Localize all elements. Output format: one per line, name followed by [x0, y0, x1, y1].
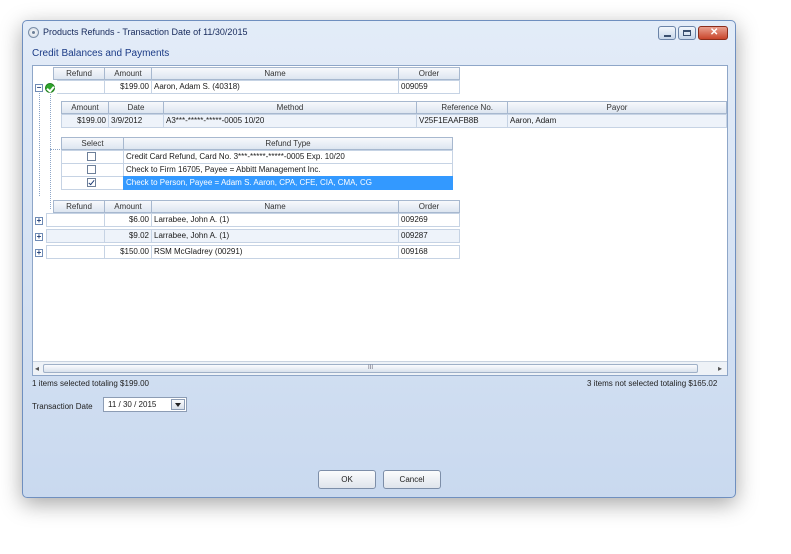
top-row-amount: $199.00	[104, 80, 152, 94]
row-order: 009168	[398, 245, 460, 259]
transaction-date-value[interactable]: 11 / 30 / 2015	[108, 400, 156, 409]
refund-type-checkbox[interactable]	[87, 165, 96, 174]
row-amount: $9.02	[104, 229, 152, 243]
row-refund-cell[interactable]	[46, 245, 105, 259]
payment-date: 3/9/2012	[108, 114, 164, 128]
expand-row-icon[interactable]: +	[35, 217, 43, 225]
payment-col-date[interactable]: Date	[108, 101, 164, 114]
horizontal-scrollbar[interactable]: ◂ III ▸	[33, 361, 727, 375]
close-button[interactable]: ✕	[698, 26, 728, 40]
payment-reference: V25F1EAAFB8B	[416, 114, 508, 128]
maximize-button[interactable]	[678, 26, 696, 40]
refund-type-label[interactable]: Check to Firm 16705, Payee = Abbitt Mana…	[123, 163, 453, 177]
col-header-name[interactable]: Name	[151, 67, 399, 80]
scrollbar-thumb[interactable]: III	[43, 364, 698, 373]
tree-line	[50, 149, 60, 150]
row-refund-cell[interactable]	[46, 229, 105, 243]
minimize-button[interactable]	[658, 26, 676, 40]
row-name: RSM McGladrey (00291)	[151, 245, 399, 259]
col-header-amount[interactable]: Amount	[104, 67, 152, 80]
top-row-name: Aaron, Adam S. (40318)	[151, 80, 399, 94]
row-amount: $6.00	[104, 213, 152, 227]
section-title: Credit Balances and Payments	[32, 48, 170, 59]
payment-col-method[interactable]: Method	[163, 101, 417, 114]
payment-col-reference[interactable]: Reference No.	[416, 101, 508, 114]
app-icon	[28, 27, 39, 38]
top-row-refund-cell	[57, 80, 105, 94]
payment-col-amount[interactable]: Amount	[61, 101, 109, 114]
refund-type-checkbox-checked[interactable]	[87, 178, 96, 187]
refunds-window: Products Refunds - Transaction Date of 1…	[22, 20, 736, 498]
ok-button[interactable]: OK	[318, 470, 376, 489]
refund-type-col-type[interactable]: Refund Type	[123, 137, 453, 150]
row-name: Larrabee, John A. (1)	[151, 229, 399, 243]
col-header-refund[interactable]: Refund	[53, 67, 105, 80]
expand-row-icon[interactable]: +	[35, 249, 43, 257]
refund-type-label-selected[interactable]: Check to Person, Payee = Adam S. Aaron, …	[123, 176, 453, 190]
payment-payor: Aaron, Adam	[507, 114, 727, 128]
col-header-name[interactable]: Name	[151, 200, 399, 213]
refund-type-label[interactable]: Credit Card Refund, Card No. 3***-*****-…	[123, 150, 453, 164]
col-header-order[interactable]: Order	[398, 67, 460, 80]
cancel-button[interactable]: Cancel	[383, 470, 441, 489]
minimize-icon	[664, 35, 671, 37]
not-selected-total-status: 3 items not selected totaling $165.02	[587, 379, 718, 388]
row-amount: $150.00	[104, 245, 152, 259]
col-header-refund[interactable]: Refund	[53, 200, 105, 213]
scroll-left-arrow-icon[interactable]: ◂	[35, 364, 39, 373]
scroll-right-arrow-icon[interactable]: ▸	[718, 364, 722, 373]
refunds-grid[interactable]: Refund Amount Name Order − $199.00 Aaron…	[32, 65, 728, 376]
title-bar: Products Refunds - Transaction Date of 1…	[23, 21, 735, 45]
transaction-date-picker[interactable]: 11 / 30 / 2015	[103, 397, 187, 412]
col-header-order[interactable]: Order	[398, 200, 460, 213]
payment-col-payor[interactable]: Payor	[507, 101, 727, 114]
selected-total-status: 1 items selected totaling $199.00	[32, 379, 149, 388]
row-name: Larrabee, John A. (1)	[151, 213, 399, 227]
refund-type-col-select[interactable]: Select	[61, 137, 124, 150]
tree-line	[50, 94, 51, 209]
maximize-icon	[683, 30, 691, 36]
transaction-date-label: Transaction Date	[32, 402, 93, 411]
close-icon: ✕	[710, 27, 719, 38]
row-refund-cell[interactable]	[46, 213, 105, 227]
expand-row-icon[interactable]: +	[35, 233, 43, 241]
row-order: 009269	[398, 213, 460, 227]
tree-line	[39, 93, 40, 196]
top-row-order: 009059	[398, 80, 460, 94]
refund-type-checkbox[interactable]	[87, 152, 96, 161]
dropdown-arrow-icon[interactable]	[171, 399, 185, 410]
collapse-row-icon[interactable]: −	[35, 84, 43, 92]
row-order: 009287	[398, 229, 460, 243]
payment-amount: $199.00	[61, 114, 109, 128]
window-title: Products Refunds - Transaction Date of 1…	[43, 27, 248, 37]
check-circle-icon	[45, 83, 55, 93]
payment-method: A3***-*****-*****-0005 10/20	[163, 114, 417, 128]
col-header-amount[interactable]: Amount	[104, 200, 152, 213]
